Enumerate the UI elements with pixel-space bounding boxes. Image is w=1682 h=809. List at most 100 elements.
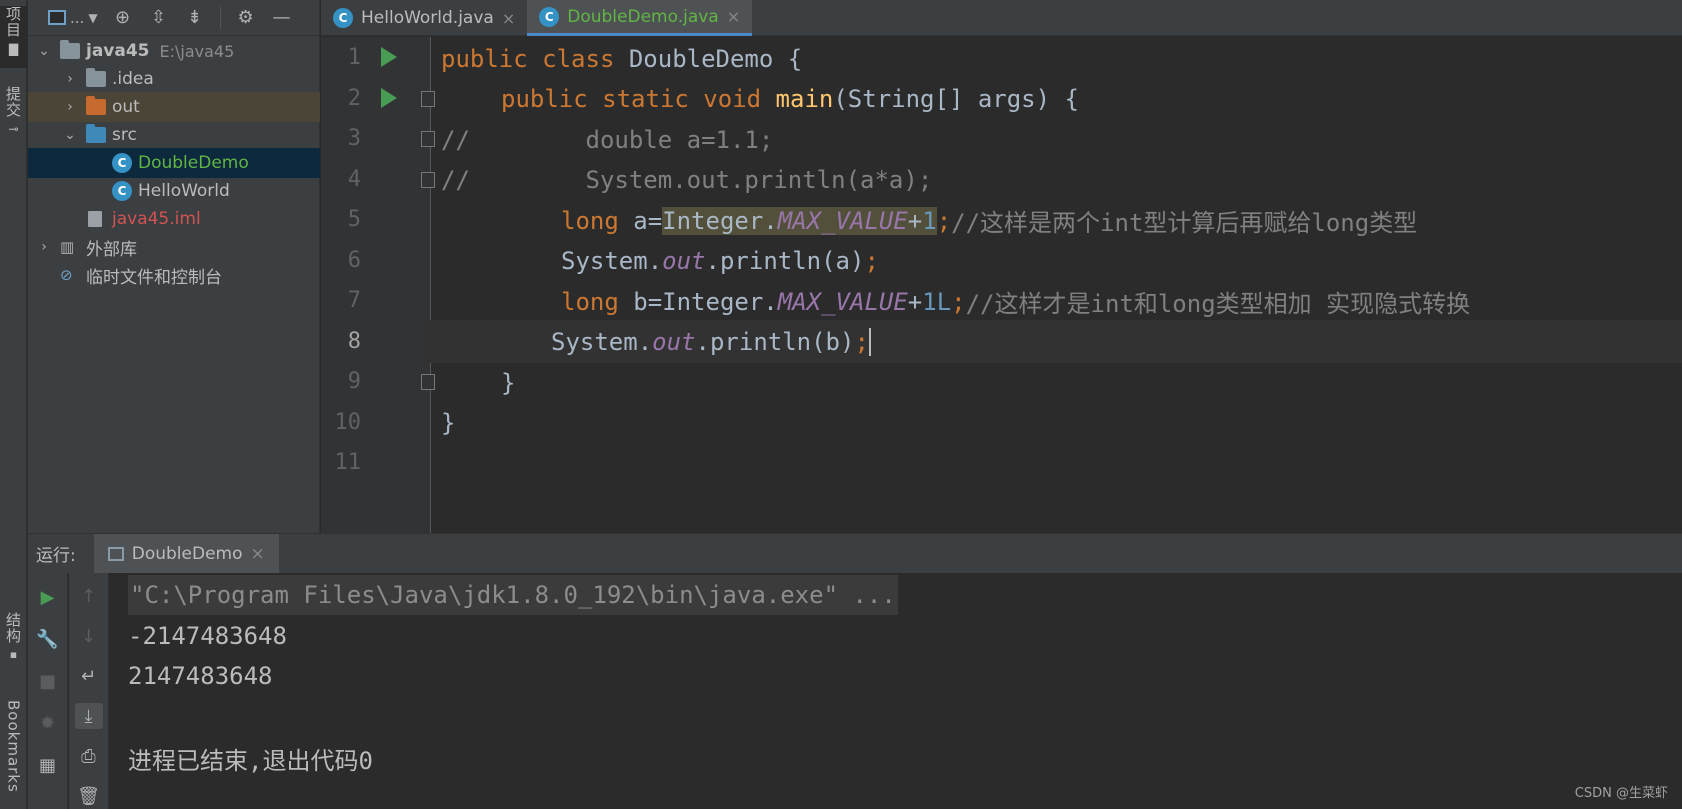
code-token: System. <box>561 246 663 275</box>
rerun-icon[interactable]: ▶ <box>34 583 62 611</box>
tab-label: DoubleDemo.java <box>567 6 719 27</box>
chevron-right-icon[interactable]: › <box>62 71 78 87</box>
code-token: ; <box>936 206 952 235</box>
code-token: main <box>775 84 834 113</box>
line-number: 7 <box>347 288 361 313</box>
bookmarks-tool-tab-label: Bookmarks <box>4 700 23 793</box>
code-comment: //这样是两个int型计算后再赋给long类型 <box>951 209 1418 237</box>
collapse-all-icon[interactable]: ⇟ <box>184 7 206 29</box>
chevron-right-icon[interactable]: › <box>36 239 52 255</box>
chevron-down-icon[interactable]: ⌄ <box>36 43 52 59</box>
project-tool-tab[interactable]: 项目 ▇ <box>0 6 27 68</box>
line-number: 6 <box>347 248 361 273</box>
close-icon[interactable]: × <box>727 7 740 26</box>
trash-icon[interactable]: 🗑 <box>75 783 103 809</box>
code-line-3: // double a=1.1; <box>433 118 1682 161</box>
tree-item-label: HelloWorld <box>138 181 230 201</box>
soft-wrap-icon[interactable]: ↵ <box>75 663 103 689</box>
folder-icon <box>86 68 106 87</box>
debug-settings-icon[interactable]: ✹ <box>34 709 62 737</box>
layout-icon[interactable]: ▦ <box>34 751 62 779</box>
line-number: 8 <box>347 329 361 354</box>
tree-item-doubledemo[interactable]: C DoubleDemo <box>28 148 320 178</box>
code-token: b=Integer. <box>618 287 778 316</box>
code-token: } <box>441 408 456 437</box>
line-number: 10 <box>334 410 362 435</box>
arrow-up-icon[interactable]: ↑ <box>75 583 103 609</box>
run-tab-doubledemo[interactable]: DoubleDemo × <box>93 533 279 574</box>
code-token: .println(a) <box>705 246 865 275</box>
run-main-icon[interactable] <box>381 88 397 108</box>
expand-all-icon[interactable]: ⇳ <box>148 7 170 29</box>
tree-item-label: 临时文件和控制台 <box>86 267 222 288</box>
highlighted-expression: Integer.MAX_VALUE+1 <box>662 206 937 235</box>
console-line: "C:\Program Files\Java\jdk1.8.0_192\bin\… <box>128 575 898 615</box>
tree-item-label: out <box>112 97 140 117</box>
code-token: DoubleDemo { <box>614 44 803 73</box>
tree-item-src[interactable]: ⌄ src <box>28 120 320 150</box>
project-toolbar: ... ▼ ⊕ ⇳ ⇟ ⚙ — <box>28 0 319 36</box>
close-icon[interactable]: × <box>502 9 515 28</box>
code-token: ; <box>864 246 879 275</box>
run-tool-header: 运行: DoubleDemo × <box>28 533 1682 574</box>
chevron-right-icon[interactable]: › <box>62 99 78 115</box>
hide-icon[interactable]: — <box>271 7 293 29</box>
java-class-icon: C <box>539 6 560 27</box>
code-line-4: // System.out.println(a*a); <box>433 158 1682 201</box>
run-tab-label: DoubleDemo <box>131 543 243 564</box>
line-number: 4 <box>347 167 361 192</box>
code-line-10: } <box>433 401 1682 444</box>
run-label: 运行: <box>36 546 76 566</box>
code-token: Integer. <box>662 206 778 235</box>
code-comment: //这样才是int和long类型相加 实现隐式转换 <box>965 290 1471 318</box>
tab-doubledemo[interactable]: C DoubleDemo.java × <box>527 0 753 36</box>
console-output[interactable]: "C:\Program Files\Java\jdk1.8.0_192\bin\… <box>110 573 1682 809</box>
run-class-icon[interactable] <box>381 47 397 67</box>
close-icon[interactable]: × <box>250 544 264 564</box>
arrow-down-icon[interactable]: ↓ <box>75 623 103 649</box>
tree-item-iml[interactable]: java45.iml <box>28 204 320 234</box>
source-folder-icon <box>86 124 106 143</box>
chevron-down-icon[interactable]: ⌄ <box>62 127 78 143</box>
line-number: 11 <box>334 450 362 475</box>
code-token: out <box>662 246 706 275</box>
text-caret <box>868 327 871 356</box>
code-comment: // System.out.println(a*a); <box>441 165 933 194</box>
line-number: 1 <box>347 45 361 70</box>
gear-icon[interactable]: ⚙ <box>235 7 257 29</box>
commit-tool-tab-label: 提交 <box>4 86 22 118</box>
tree-item-scratches[interactable]: ⊘ 临时文件和控制台 <box>28 260 320 290</box>
tree-item-label: .idea <box>112 69 154 89</box>
view-selector-button[interactable]: ... ▼ <box>48 7 98 29</box>
scratches-icon: ⊘ <box>60 266 73 284</box>
commit-tool-tab[interactable]: 提交 ⊸ <box>0 86 27 146</box>
structure-tool-tab[interactable]: 结构 ▪ <box>0 612 27 674</box>
wrench-icon[interactable]: 🔧 <box>34 625 62 653</box>
tab-helloworld[interactable]: C HelloWorld.java × <box>321 0 527 36</box>
bookmarks-tool-tab[interactable]: Bookmarks <box>0 700 27 809</box>
code-token: .println(b) <box>695 327 855 356</box>
run-actions-toolbar: ▶ 🔧 ■ ✹ ▦ <box>28 573 68 809</box>
code-token: public class <box>441 44 615 73</box>
java-class-icon: C <box>333 8 353 28</box>
locate-icon[interactable]: ⊕ <box>112 7 134 29</box>
code-token: 1 <box>922 206 937 235</box>
tree-item-out[interactable]: › out <box>28 92 320 122</box>
code-token: System. <box>551 327 653 356</box>
code-line-5: long a= Integer.MAX_VALUE+1;//这样是两个int型计算… <box>433 199 1682 242</box>
scroll-to-end-icon[interactable]: ⤓ <box>74 703 103 729</box>
left-tool-strip: 项目 ▇ 提交 ⊸ 结构 ▪ Bookmarks <box>0 0 27 809</box>
tree-item-label: 外部库 <box>86 239 137 260</box>
code-editor[interactable]: 1 2 3 4 5 6 7 8 9 10 11 public class Dou… <box>321 37 1682 533</box>
tree-item-java45[interactable]: ⌄ java45 E:\java45 <box>28 36 320 66</box>
tree-item-helloworld[interactable]: C HelloWorld <box>28 176 320 206</box>
tree-item-external-libraries[interactable]: › ▥ 外部库 <box>28 232 320 262</box>
code-token: 1L <box>922 287 952 316</box>
commit-icon: ⊸ <box>8 122 19 136</box>
print-icon[interactable]: ⎙ <box>75 743 103 769</box>
code-line-7: long b=Integer. MAX_VALUE +1L;//这样才是int和lo… <box>433 280 1682 323</box>
tab-label: HelloWorld.java <box>361 8 494 28</box>
code-token: (String[] args) { <box>833 84 1079 113</box>
tree-item-idea[interactable]: › .idea <box>28 64 320 94</box>
stop-icon[interactable]: ■ <box>34 667 62 695</box>
